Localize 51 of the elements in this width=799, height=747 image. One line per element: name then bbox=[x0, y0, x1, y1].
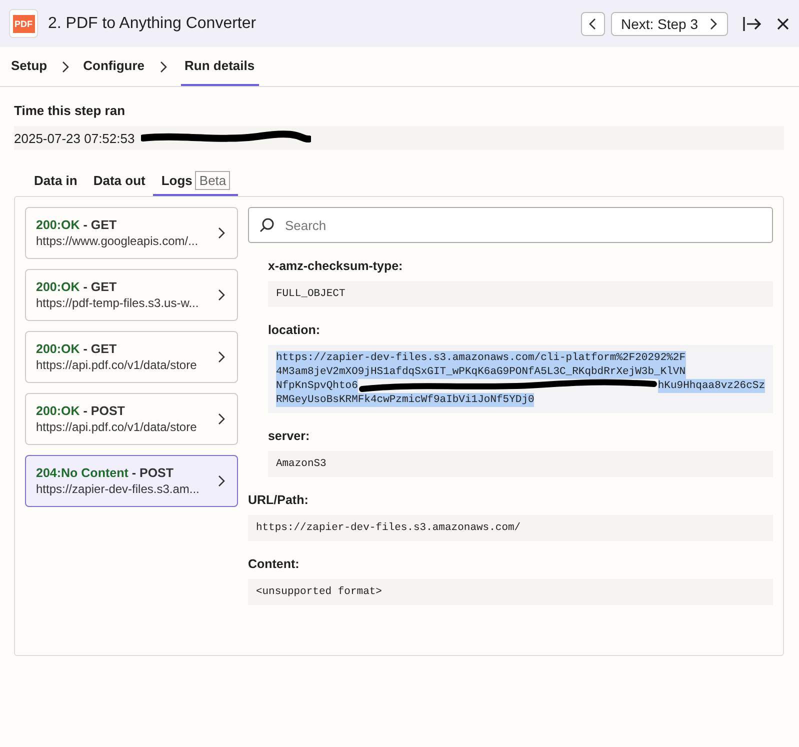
request-status: 200:OK - POST bbox=[36, 404, 126, 418]
request-url: https://pdf-temp-files.s3.us-w... bbox=[36, 296, 200, 310]
field-label: x-amz-checksum-type: bbox=[268, 259, 404, 273]
app-logo-icon: PDF bbox=[9, 9, 38, 38]
field-label: server: bbox=[268, 429, 311, 443]
field-label: Content: bbox=[248, 557, 300, 571]
data-tab[interactable]: Logs Beta bbox=[153, 166, 238, 196]
chevron-right-icon bbox=[216, 413, 225, 425]
request-url: https://www.googleapis.com/... bbox=[36, 234, 200, 248]
chevron-right-icon bbox=[216, 227, 225, 239]
close-icon[interactable] bbox=[776, 16, 790, 30]
data-tab[interactable]: Data out bbox=[85, 166, 154, 196]
run-time-value: 2025-07-23 07:52:53 bbox=[14, 130, 135, 146]
chevron-right-icon bbox=[158, 60, 167, 72]
data-tab[interactable]: Data in bbox=[26, 166, 86, 196]
request-item[interactable]: 204:No Content - POST https://zapier-dev-files.s3.am... bbox=[25, 455, 238, 507]
request-item[interactable]: 200:OK - POST https://api.pdf.co/v1/data/store bbox=[25, 393, 238, 445]
collapse-panel-icon[interactable] bbox=[742, 16, 762, 32]
request-item[interactable]: 200:OK - GET https://pdf-temp-files.s3.us-w... bbox=[25, 269, 238, 321]
step-tab[interactable]: Run details bbox=[180, 47, 259, 86]
step-tab[interactable]: Setup bbox=[11, 47, 48, 86]
request-status: 200:OK - GET bbox=[36, 218, 118, 232]
search-icon bbox=[258, 217, 275, 233]
request-status: 200:OK - GET bbox=[36, 342, 118, 356]
chevron-right-icon bbox=[216, 475, 225, 487]
request-status: 204:No Content - POST bbox=[36, 466, 175, 480]
request-item[interactable]: 200:OK - GET https://www.googleapis.com/... bbox=[25, 207, 238, 259]
request-url: https://api.pdf.co/v1/data/store bbox=[36, 358, 198, 372]
chevron-left-icon bbox=[588, 18, 598, 30]
previous-button[interactable] bbox=[580, 12, 605, 36]
field-value: <unsupported format> bbox=[248, 579, 773, 605]
field-value: https://zapier-dev-files.s3.amazonaws.com/ bbox=[248, 515, 773, 541]
chevron-right-icon bbox=[708, 18, 718, 30]
field-value: AmazonS3 bbox=[268, 451, 773, 477]
search-input[interactable]: Search bbox=[282, 216, 762, 234]
chevron-right-icon bbox=[61, 60, 70, 72]
request-status: 200:OK - GET bbox=[36, 280, 118, 294]
search-field[interactable]: Search bbox=[248, 207, 773, 243]
field-label: URL/Path: bbox=[248, 493, 310, 507]
run-time-label: Time this step ran bbox=[14, 103, 126, 118]
window-title: 2. PDF to Anything Converter bbox=[48, 14, 256, 32]
chevron-right-icon bbox=[216, 351, 225, 363]
field-value: https://zapier-dev-files.s3.amazonaws.com/cli-platform%2F20292%2F 4M3am8jeV2mXO9jHS1afdqSxGIT_wPKqK6aG9PONfA5L3C_RKqbdRrXejW3b_KlVN NfpKnSpvQhto6 hKu9Hhqaa8vz26cSz RMGeyUsoBsKRMFk4cwPzmicWf9aIbVi1JoNf5YDj0 bbox=[268, 345, 773, 413]
field-value: FULL_OBJECT bbox=[268, 281, 773, 307]
request-item[interactable]: 200:OK - GET https://api.pdf.co/v1/data/store bbox=[25, 331, 238, 383]
chevron-right-icon bbox=[216, 289, 225, 301]
next-step-button[interactable]: Next: Step 3 bbox=[610, 12, 728, 36]
field-label: location: bbox=[268, 323, 322, 337]
step-tab[interactable]: Configure bbox=[83, 47, 145, 86]
request-url: https://api.pdf.co/v1/data/store bbox=[36, 420, 198, 434]
request-url: https://zapier-dev-files.s3.am... bbox=[36, 482, 200, 496]
